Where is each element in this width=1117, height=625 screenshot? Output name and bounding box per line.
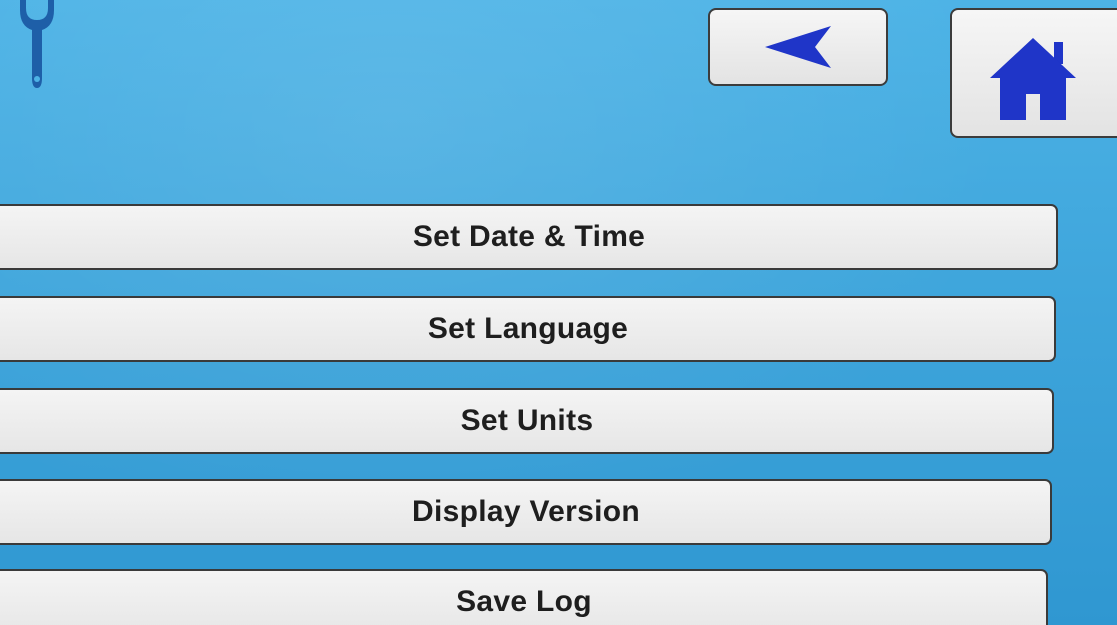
- set-units-button[interactable]: Set Units: [0, 388, 1054, 454]
- wrench-icon: [20, 0, 54, 88]
- set-language-label: Set Language: [427, 312, 629, 345]
- set-language-button[interactable]: Set Language: [0, 296, 1056, 362]
- display-version-button[interactable]: Display Version: [0, 479, 1052, 545]
- display-version-label: Display Version: [412, 495, 640, 528]
- save-log-label: Save Log: [456, 585, 592, 618]
- set-units-label: Set Units: [460, 404, 594, 437]
- set-date-time-label: Set Date & Time: [412, 220, 646, 253]
- save-log-button[interactable]: Save Log: [0, 569, 1048, 625]
- home-button[interactable]: [950, 8, 1117, 138]
- set-date-time-button[interactable]: Set Date & Time: [0, 204, 1058, 270]
- settings-screen: Set Date & Time Set Language Set Units D…: [0, 0, 1117, 625]
- arrow-left-icon: [765, 26, 831, 68]
- home-icon: [990, 38, 1076, 120]
- back-button[interactable]: [708, 8, 888, 86]
